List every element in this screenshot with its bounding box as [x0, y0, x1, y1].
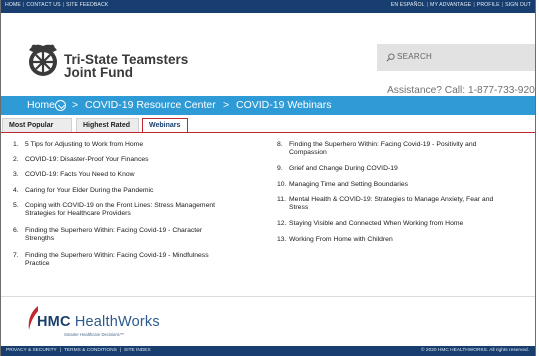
webinar-number: 9. [277, 165, 283, 172]
webinar-title-line: Managing Time and Setting Boundaries [289, 181, 409, 188]
webinar-title-line: Stress [289, 204, 309, 212]
sign-out-link[interactable]: SIGN OUT [505, 2, 531, 8]
webinar-number: 1. [13, 141, 19, 148]
webinar-title[interactable]: Finding the Superhero Within: Facing Cov… [289, 141, 529, 158]
webinar-title-line: COVID-19: Disaster-Proof Your Finances [25, 156, 149, 163]
webinar-title-line: Mental Health & COVID-19: Strategies to … [289, 196, 494, 203]
brand-line-2: Joint Fund [64, 65, 133, 80]
webinar-title-line: Strengths [25, 235, 55, 243]
top-utility-bar: HOME | CONTACT US | SITE FEEDBACK EN ESPAÑOL… [1, 0, 535, 13]
webinar-title-line: Finding the Superhero Within: Facing Cov… [25, 227, 203, 234]
webinar-title[interactable]: Mental Health & COVID-19: Strategies to … [289, 196, 529, 213]
tab-most-popular[interactable]: Most Popular [2, 118, 72, 133]
hmc-light: HealthWorks [74, 314, 160, 330]
webinar-number: 13. [277, 236, 287, 243]
brand-title[interactable]: Tri-State Teamsters Joint Fund [64, 53, 188, 80]
privacy-link[interactable]: PRIVACY & SECURITY [6, 348, 57, 353]
webinar-title-line: Working From Home with Children [289, 236, 393, 243]
webinar-title-line: Coping with COVID-19 on the Front Lines:… [25, 202, 216, 209]
webinar-number: 2. [13, 156, 19, 163]
webinar-title[interactable]: Working From Home with Children [289, 236, 529, 244]
top-nav-right: EN ESPAÑOL | MY ADVANTAGE | PROFILE | SIGN OUT [391, 2, 531, 8]
webinar-title-line: 5 Tips for Adjusting to Work from Home [25, 141, 144, 148]
breadcrumb-home[interactable]: Home [27, 99, 55, 111]
bottom-nav-left: PRIVACY & SECURITY | TERMS & CONDITIONS | SI… [6, 348, 151, 353]
profile-link[interactable]: PROFILE [477, 2, 500, 8]
webinar-title-line: Finding the Superhero Within: Facing Cov… [25, 252, 209, 259]
hmc-healthworks-logo[interactable]: HMC HealthWorks [37, 314, 160, 330]
search-icon [386, 53, 395, 62]
webinar-title-line: Practice [25, 260, 50, 268]
site-feedback-link[interactable]: SITE FEEDBACK [66, 2, 108, 8]
home-link[interactable]: HOME [5, 2, 21, 8]
breadcrumb-separator: > [72, 99, 79, 111]
page-frame: HOME | CONTACT US | SITE FEEDBACK EN ESPAÑOL… [0, 0, 536, 356]
breadcrumb-current: COVID-19 Webinars [236, 99, 332, 111]
separator: | [119, 348, 122, 353]
tab-webinars[interactable]: Webinars [142, 118, 188, 133]
breadcrumb-resource-center[interactable]: COVID-19 Resource Center [85, 99, 216, 111]
webinar-number: 6. [13, 227, 19, 234]
my-advantage-link[interactable]: MY ADVANTAGE [430, 2, 471, 8]
webinar-title-line: Caring for Your Elder During the Pandemi… [25, 187, 154, 194]
footer-brand: HMC HealthWorks Smarter Healthcare Decis… [1, 297, 535, 347]
webinar-title-line: Compassion [289, 149, 327, 157]
bottom-bar: PRIVACY & SECURITY | TERMS & CONDITIONS | SI… [1, 346, 535, 356]
terms-link[interactable]: TERMS & CONDITIONS [64, 348, 117, 353]
webinar-number: 4. [13, 187, 19, 194]
webinar-number: 8. [277, 141, 283, 148]
separator: | [59, 348, 61, 353]
breadcrumb-separator: > [223, 99, 230, 111]
breadcrumb: Home > COVID-19 Resource Center > COVID-… [1, 96, 535, 115]
webinar-number: 10. [277, 181, 287, 188]
webinar-number: 7. [13, 252, 19, 259]
tab-highest-rated[interactable]: Highest Rated [76, 118, 139, 133]
webinar-title[interactable]: Coping with COVID-19 on the Front Lines:… [25, 202, 261, 219]
separator: | [473, 2, 475, 8]
webinar-title[interactable]: Staying Visible and Connected When Worki… [289, 220, 529, 228]
webinar-number: 12. [277, 220, 287, 227]
hmc-tagline: Smarter Healthcare Decisions™ [64, 332, 124, 337]
webinar-title[interactable]: 5 Tips for Adjusting to Work from Home [25, 141, 261, 149]
webinar-title[interactable]: Managing Time and Setting Boundaries [289, 181, 529, 189]
webinar-list-panel: 1. 5 Tips for Adjusting to Work from Home… [1, 133, 535, 295]
contact-us-link[interactable]: CONTACT US [26, 2, 60, 8]
site-index-link[interactable]: SITE INDEX [124, 348, 151, 353]
webinar-title[interactable]: Finding the Superhero Within: Facing Cov… [25, 252, 261, 269]
site-header: Tri-State Teamsters Joint Fund SEARCH As… [1, 13, 535, 96]
hmc-bold: HMC [37, 314, 71, 330]
webinar-title-line: Grief and Change During COVID-19 [289, 165, 398, 172]
search-label: SEARCH [397, 52, 433, 61]
webinar-title[interactable]: Finding the Superhero Within: Facing Cov… [25, 227, 261, 244]
webinar-number: 5. [13, 202, 19, 209]
webinar-title[interactable]: Caring for Your Elder During the Pandemi… [25, 187, 261, 195]
top-nav-left: HOME | CONTACT US | SITE FEEDBACK [5, 2, 108, 8]
webinar-number: 3. [13, 171, 19, 178]
tab-strip: Most Popular Highest Rated Webinars [1, 115, 535, 133]
webinar-title-line: Strategies for Healthcare Providers [25, 210, 131, 218]
espanol-link[interactable]: EN ESPAÑOL [391, 2, 425, 8]
assistance-phone: Assistance? Call: 1-877-733-9205 [387, 85, 536, 96]
webinar-number: 11. [277, 196, 286, 203]
webinar-title[interactable]: COVID-19: Facts You Need to Know [25, 171, 261, 179]
teamsters-logo-icon[interactable] [25, 40, 61, 78]
chevron-down-icon[interactable] [55, 100, 66, 111]
webinar-title-line: Finding the Superhero Within: Facing Cov… [289, 141, 477, 148]
webinar-title[interactable]: COVID-19: Disaster-Proof Your Finances [25, 156, 261, 164]
webinar-title-line: Staying Visible and Connected When Worki… [289, 220, 464, 227]
webinar-title-line: COVID-19: Facts You Need to Know [25, 171, 135, 178]
webinar-title[interactable]: Grief and Change During COVID-19 [289, 165, 529, 173]
copyright: © 2020 HMC HEALTHWORKS. All rights reser… [421, 348, 529, 353]
search-box[interactable]: SEARCH [377, 44, 535, 71]
